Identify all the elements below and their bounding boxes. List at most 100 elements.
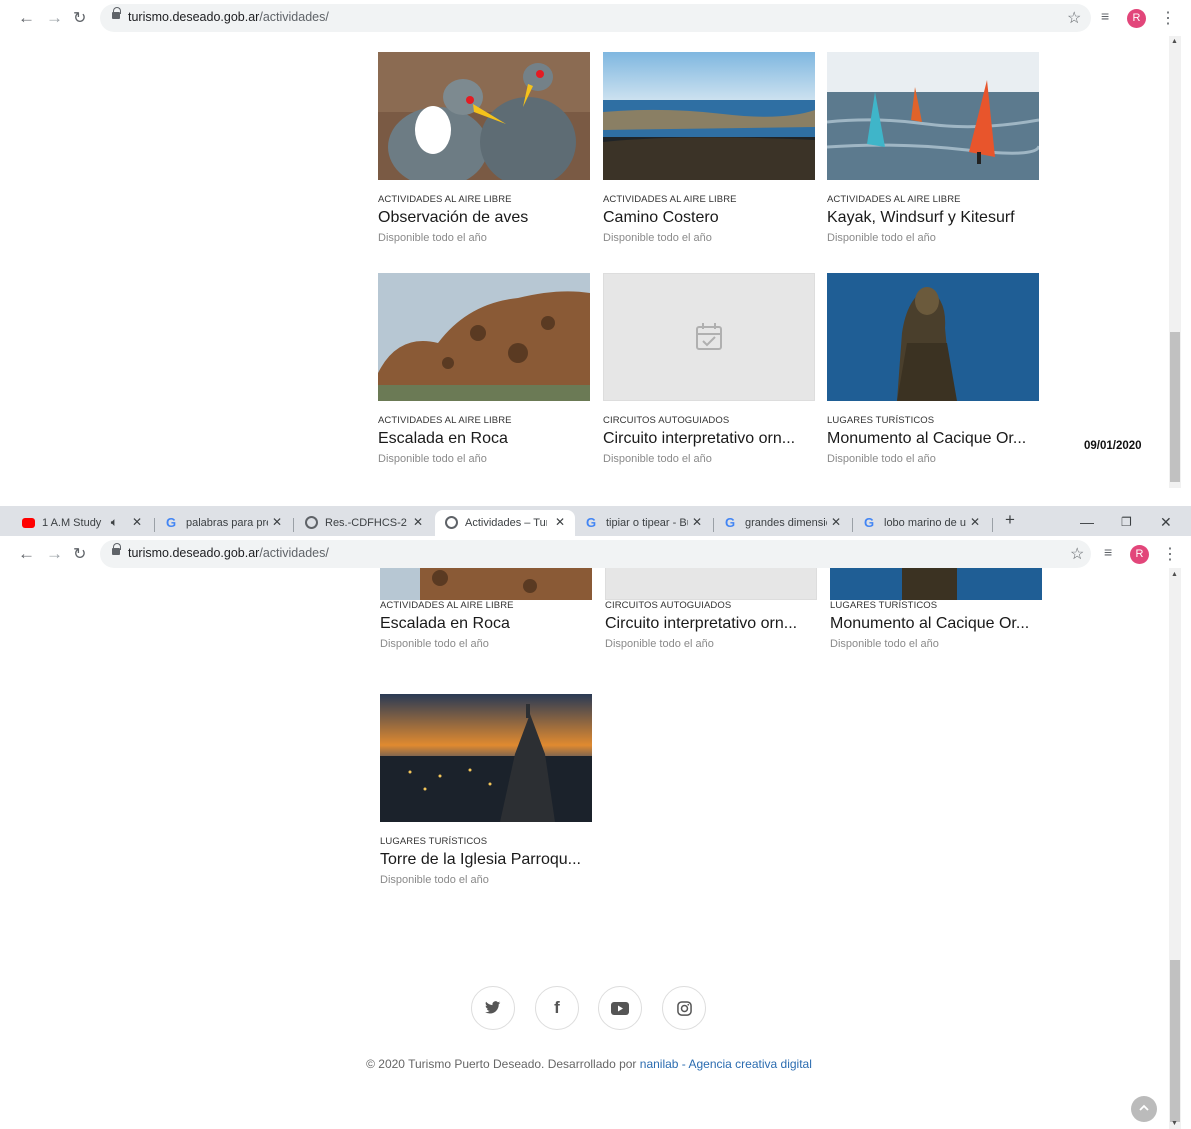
avatar[interactable]: R [1130,545,1149,564]
scroll-up-icon[interactable]: ▲ [1171,571,1178,578]
close-window-icon[interactable]: ✕ [1160,514,1172,531]
card-circuito-interpretativo[interactable]: CIRCUITOS AUTOGUIADOS Circuito interpret… [603,273,815,465]
card-category: LUGARES TURÍSTICOS [830,600,938,611]
nanilab-link[interactable]: nanilab - Agencia creativa digital [640,1057,812,1071]
card-image [827,52,1039,180]
close-icon[interactable]: ✕ [831,515,841,529]
tab-lobo-marino[interactable]: G lobo marino de un ✕ [854,510,990,536]
scroll-thumb[interactable] [1170,960,1180,1122]
omnibox[interactable]: turismo.deseado.gob.ar/actividades/ [100,4,1091,32]
card-escalada-roca-bottom[interactable]: ACTIVIDADES AL AIRE LIBRE Escalada en Ro… [380,586,592,650]
card-observacion-aves[interactable]: ACTIVIDADES AL AIRE LIBRE Observación de… [378,52,590,244]
scroll-thumb[interactable] [1170,332,1180,482]
footer-copyright: © 2020 Turismo Puerto Deseado. Desarroll… [0,1057,1178,1071]
card-camino-costero[interactable]: ACTIVIDADES AL AIRE LIBRE Camino Costero… [603,52,815,244]
omnibox[interactable]: turismo.deseado.gob.ar/actividades/ [100,540,1091,568]
tab-res-cdfhcs[interactable]: Res.-CDFHCS-201 ✕ [295,510,433,536]
close-icon[interactable]: ✕ [272,515,282,529]
scrollbar-top[interactable]: ▲ [1169,36,1181,488]
tab-separator [852,518,853,532]
reload-icon[interactable]: ↻ [73,8,86,28]
instagram-icon[interactable] [662,986,706,1030]
close-icon[interactable]: ✕ [413,515,423,529]
card-title[interactable]: Escalada en Roca [380,615,592,633]
tab-tipiar[interactable]: G tipiar o tipear - Bu ✕ [576,510,712,536]
tab-title: Res.-CDFHCS-201 [325,517,407,529]
avatar[interactable]: R [1127,9,1146,28]
close-icon[interactable]: ✕ [555,515,565,529]
lock-icon [112,7,121,21]
card-escalada-roca[interactable]: ACTIVIDADES AL AIRE LIBRE Escalada en Ro… [378,273,590,465]
minimize-icon[interactable]: — [1080,514,1094,530]
close-icon[interactable]: ✕ [132,515,142,529]
google-icon: G [864,515,875,530]
google-icon: G [166,515,177,530]
card-title[interactable]: Observación de aves [378,209,590,227]
card-title[interactable]: Kayak, Windsurf y Kitesurf [827,209,1039,227]
restore-icon[interactable]: ❐ [1121,515,1132,529]
new-tab-icon[interactable]: + [1005,510,1015,530]
card-availability: Disponible todo el año [378,453,487,465]
card-title[interactable]: Monumento al Cacique Or... [827,430,1039,448]
google-icon: G [586,515,597,530]
card-torre-iglesia[interactable]: LUGARES TURÍSTICOS Torre de la Iglesia P… [380,694,592,886]
youtube-icon[interactable] [598,986,642,1030]
card-title[interactable]: Escalada en Roca [378,430,590,448]
chevron-up-icon [1139,1104,1149,1111]
scroll-up-icon[interactable]: ▲ [1171,38,1178,45]
card-title[interactable]: Circuito interpretativo orn... [603,430,815,448]
card-availability: Disponible todo el año [603,232,712,244]
card-category: LUGARES TURÍSTICOS [827,415,935,426]
menu-icon[interactable]: ⋮ [1160,8,1176,28]
card-circuito-bottom[interactable]: CIRCUITOS AUTOGUIADOS Circuito interpret… [605,586,817,650]
tab-strip: 1 A.M Study S 🔈︎ ✕ G palabras para prep … [0,506,1191,536]
facebook-icon[interactable]: f [535,986,579,1030]
media-control-icon[interactable]: ≡ [1101,8,1109,24]
tab-separator [713,518,714,532]
audio-icon[interactable]: 🔈︎ [111,515,118,530]
globe-icon [445,516,458,529]
media-control-icon[interactable]: ≡ [1104,544,1112,560]
card-category: CIRCUITOS AUTOGUIADOS [605,600,732,611]
url-text: turismo.deseado.gob.ar/actividades/ [128,10,329,24]
twitter-icon[interactable] [471,986,515,1030]
tab-youtube[interactable]: 1 A.M Study S 🔈︎ ✕ [12,510,152,536]
card-title[interactable]: Torre de la Iglesia Parroqu... [380,851,592,869]
card-category: ACTIVIDADES AL AIRE LIBRE [827,194,961,205]
card-availability: Disponible todo el año [603,453,712,465]
card-monumento-bottom[interactable]: LUGARES TURÍSTICOS Monumento al Cacique … [830,586,1042,650]
back-icon[interactable]: ← [18,544,35,564]
card-kayak-windsurf[interactable]: ACTIVIDADES AL AIRE LIBRE Kayak, Windsur… [827,52,1039,244]
youtube-icon [22,518,35,528]
tab-title: Actividades – Turis [465,517,547,529]
card-availability: Disponible todo el año [827,232,936,244]
scroll-to-top-button[interactable] [1131,1096,1157,1122]
forward-icon[interactable]: → [46,544,63,564]
card-category: ACTIVIDADES AL AIRE LIBRE [603,194,737,205]
card-title[interactable]: Camino Costero [603,209,815,227]
menu-icon[interactable]: ⋮ [1162,544,1178,564]
card-availability: Disponible todo el año [380,874,489,886]
tab-title: palabras para prep [186,517,268,529]
back-icon[interactable]: ← [18,8,35,28]
card-monumento-cacique[interactable]: LUGARES TURÍSTICOS Monumento al Cacique … [827,273,1039,465]
card-category: ACTIVIDADES AL AIRE LIBRE [378,415,512,426]
star-icon[interactable]: ☆ [1067,8,1081,28]
forward-icon[interactable]: → [46,8,63,28]
scrollbar-bottom[interactable]: ▲ ▼ [1169,568,1181,1129]
card-title[interactable]: Monumento al Cacique Or... [830,615,1042,633]
google-icon: G [725,515,736,530]
card-title[interactable]: Circuito interpretativo orn... [605,615,817,633]
star-icon[interactable]: ☆ [1070,544,1084,564]
tab-actividades[interactable]: Actividades – Turis ✕ [435,510,575,536]
card-image-placeholder [603,273,815,401]
close-icon[interactable]: ✕ [692,515,702,529]
card-availability: Disponible todo el año [827,453,936,465]
reload-icon[interactable]: ↻ [73,544,86,564]
address-bar-top: ← → ↻ turismo.deseado.gob.ar/actividades… [0,0,1191,36]
close-icon[interactable]: ✕ [970,515,980,529]
tab-grandes-dimensiones[interactable]: G grandes dimensio ✕ [715,510,851,536]
tab-palabras[interactable]: G palabras para prep ✕ [156,510,292,536]
scroll-down-icon[interactable]: ▼ [1171,1120,1178,1127]
tab-title: tipiar o tipear - Bu [606,517,688,529]
